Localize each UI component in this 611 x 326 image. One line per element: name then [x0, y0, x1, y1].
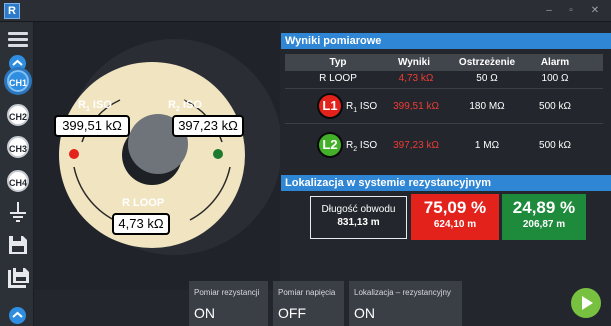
voltage-measurement-toggle[interactable]: Pomiar napięcia OFF [273, 281, 344, 326]
row-alarm: 500 kΩ [539, 101, 571, 112]
row-divider [285, 123, 603, 124]
channel-ch1-button[interactable]: CH1 [7, 70, 29, 92]
col-alarm: Alarm [540, 57, 570, 68]
circuit-length-label: Długość obwodu [321, 204, 396, 215]
saved-results-icon[interactable] [8, 267, 29, 288]
right-localization-box: 24,89 % 206,87 m [502, 194, 586, 240]
minimize-button[interactable]: – [540, 3, 558, 18]
play-icon [582, 296, 593, 310]
right-percent: 24,89 % [512, 198, 576, 217]
r2-iso-label: R2 ISO [168, 99, 202, 114]
r1-iso-value: 399,51 kΩ [54, 115, 130, 137]
circuit-length-box: Długość obwodu 831,13 m [310, 196, 407, 239]
row-typ: R2 ISO [346, 140, 378, 153]
scroll-down-icon[interactable] [9, 307, 26, 324]
localization-mode-toggle[interactable]: Lokalizacja – rezystancyjny ON [349, 281, 462, 326]
r1-iso-label: R1 ISO [78, 99, 112, 114]
right-core-dot [213, 149, 223, 159]
save-icon[interactable] [8, 235, 28, 255]
col-ostrzezenie: Ostrzeżenie [458, 57, 516, 68]
row-typ: R1 ISO [346, 101, 378, 114]
title-bar: R – ▫ ✕ [0, 0, 611, 22]
results-header: Wyniki pomiarowe [281, 33, 611, 49]
left-distance: 624,10 m [433, 219, 477, 230]
tab-label: Lokalizacja – rezystancyjny [354, 288, 451, 297]
row-alarm: 100 Ω [541, 73, 569, 84]
row-ostrzezenie: 180 MΩ [469, 101, 505, 112]
col-typ: Typ [329, 57, 347, 68]
row-wynik: 399,51 kΩ [393, 101, 439, 112]
resistance-measurement-toggle[interactable]: Pomiar rezystancji ON [189, 281, 268, 326]
channel-ch4-button[interactable]: CH4 [7, 170, 29, 192]
cable-diagram: R1 ISO 399,51 kΩ R2 ISO 397,23 kΩ R LOOP… [34, 22, 280, 290]
row-ostrzezenie: 1 MΩ [474, 140, 500, 151]
row-ostrzezenie: 50 Ω [476, 73, 498, 84]
localization-header: Lokalizacja w systemie rezystancyjnym [281, 175, 611, 191]
tab-value: ON [354, 305, 375, 321]
row-typ: R LOOP [319, 73, 357, 84]
tab-label: Pomiar rezystancji [194, 288, 260, 297]
ground-icon[interactable] [8, 202, 28, 222]
right-distance: 206,87 m [522, 219, 566, 230]
start-measurement-button[interactable] [571, 288, 601, 318]
cable-cross-section [59, 39, 280, 255]
circuit-length-value: 831,13 m [337, 217, 380, 228]
channel-ch3-button[interactable]: CH3 [7, 136, 29, 158]
r-loop-label: R LOOP [122, 197, 165, 209]
left-core-dot [69, 149, 79, 159]
r2-iso-value: 397,23 kΩ [172, 115, 244, 137]
row-divider [285, 88, 603, 89]
left-localization-box: 75,09 % 624,10 m [411, 194, 499, 240]
close-button[interactable]: ✕ [586, 3, 604, 18]
tab-value: OFF [278, 305, 306, 321]
tab-label: Pomiar napięcia [278, 288, 336, 297]
r-loop-value: 4,73 kΩ [112, 213, 170, 235]
app-window: R – ▫ ✕ CH1 CH2 CH3 CH4 R1 ISO 399,51 kΩ… [0, 0, 611, 326]
col-wyniki: Wyniki [397, 57, 431, 68]
left-percent: 75,09 % [423, 198, 487, 217]
results-table-header: Typ Wyniki Ostrzeżenie Alarm [285, 54, 603, 71]
tab-value: ON [194, 305, 215, 321]
app-logo-icon: R [4, 3, 20, 19]
channel-ch2-button[interactable]: CH2 [7, 104, 29, 126]
sidebar: CH1 CH2 CH3 CH4 [0, 22, 34, 326]
menu-icon[interactable] [8, 32, 28, 48]
l2-badge: L2 [317, 132, 343, 158]
maximize-button[interactable]: ▫ [562, 3, 580, 18]
row-alarm: 500 kΩ [539, 140, 571, 151]
row-wynik: 4,73 kΩ [398, 73, 434, 84]
row-wynik: 397,23 kΩ [393, 140, 439, 151]
l1-badge: L1 [317, 93, 343, 119]
